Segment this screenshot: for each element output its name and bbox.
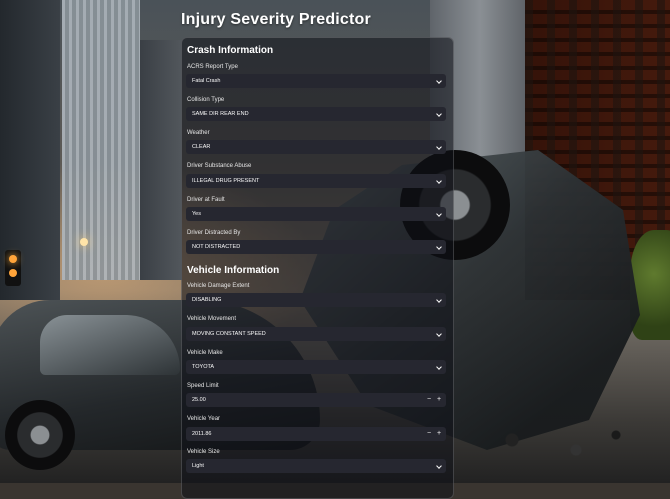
vehicle-year-label: Vehicle Year	[187, 416, 221, 422]
speed-limit-input[interactable]: 25.00 − +	[186, 393, 446, 407]
driver-at-fault-label: Driver at Fault	[187, 197, 225, 203]
chevron-down-icon	[436, 463, 442, 469]
select-value: ILLEGAL DRUG PRESENT	[192, 178, 260, 184]
increment-button[interactable]: +	[434, 428, 444, 440]
vehicle-size-select[interactable]: Light	[186, 459, 446, 473]
street-lamp	[80, 238, 88, 246]
collision-type-label: Collision Type	[187, 97, 225, 103]
select-value: CLEAR	[192, 144, 211, 150]
driver-distracted-by-select[interactable]: NOT DISTRACTED	[186, 240, 446, 254]
vehicle-year-input[interactable]: 2011.86 − +	[186, 427, 446, 441]
weather-label: Weather	[187, 130, 210, 136]
driver-at-fault-select[interactable]: Yes	[186, 207, 446, 221]
weather-select[interactable]: CLEAR	[186, 140, 446, 154]
select-value: Light	[192, 463, 204, 469]
select-value: DISABLING	[192, 297, 222, 303]
speed-limit-label: Speed Limit	[187, 383, 219, 389]
chevron-down-icon	[436, 178, 442, 184]
select-value: TOYOTA	[192, 364, 215, 370]
decrement-button[interactable]: −	[424, 428, 434, 440]
select-value: MOVING CONSTANT SPEED	[192, 331, 266, 337]
section-heading-crash: Crash Information	[187, 45, 274, 56]
number-value: 2011.86	[192, 431, 212, 437]
chevron-down-icon	[436, 244, 442, 250]
chevron-down-icon	[436, 78, 442, 84]
vehicle-damage-extent-label: Vehicle Damage Extent	[187, 283, 250, 289]
vehicle-make-select[interactable]: TOYOTA	[186, 360, 446, 374]
number-value: 25.00	[192, 397, 206, 403]
select-value: NOT DISTRACTED	[192, 244, 241, 250]
select-value: Yes	[192, 211, 201, 217]
tree	[630, 230, 670, 340]
chevron-down-icon	[436, 364, 442, 370]
page-title: Injury Severity Predictor	[181, 11, 371, 28]
chevron-down-icon	[436, 144, 442, 150]
select-value: Fatal Crash	[192, 78, 221, 84]
acrs-report-type-label: ACRS Report Type	[187, 64, 238, 70]
chevron-down-icon	[436, 211, 442, 217]
building	[62, 0, 140, 280]
chevron-down-icon	[436, 331, 442, 337]
vehicle-size-label: Vehicle Size	[187, 449, 220, 455]
vehicle-movement-select[interactable]: MOVING CONSTANT SPEED	[186, 327, 446, 341]
increment-button[interactable]: +	[434, 394, 444, 406]
debris	[480, 420, 640, 470]
chevron-down-icon	[436, 111, 442, 117]
section-heading-vehicle: Vehicle Information	[187, 265, 280, 276]
driver-substance-abuse-label: Driver Substance Abuse	[187, 163, 252, 169]
chevron-down-icon	[436, 297, 442, 303]
building	[140, 40, 182, 280]
driver-substance-abuse-select[interactable]: ILLEGAL DRUG PRESENT	[186, 174, 446, 188]
traffic-light-icon	[5, 250, 21, 286]
acrs-report-type-select[interactable]: Fatal Crash	[186, 74, 446, 88]
vehicle-damage-extent-select[interactable]: DISABLING	[186, 293, 446, 307]
vehicle-make-label: Vehicle Make	[187, 350, 223, 356]
vehicle-movement-label: Vehicle Movement	[187, 316, 237, 322]
driver-distracted-by-label: Driver Distracted By	[187, 230, 241, 236]
decrement-button[interactable]: −	[424, 394, 434, 406]
collision-type-select[interactable]: SAME DIR REAR END	[186, 107, 446, 121]
wheel	[5, 400, 75, 470]
select-value: SAME DIR REAR END	[192, 111, 249, 117]
